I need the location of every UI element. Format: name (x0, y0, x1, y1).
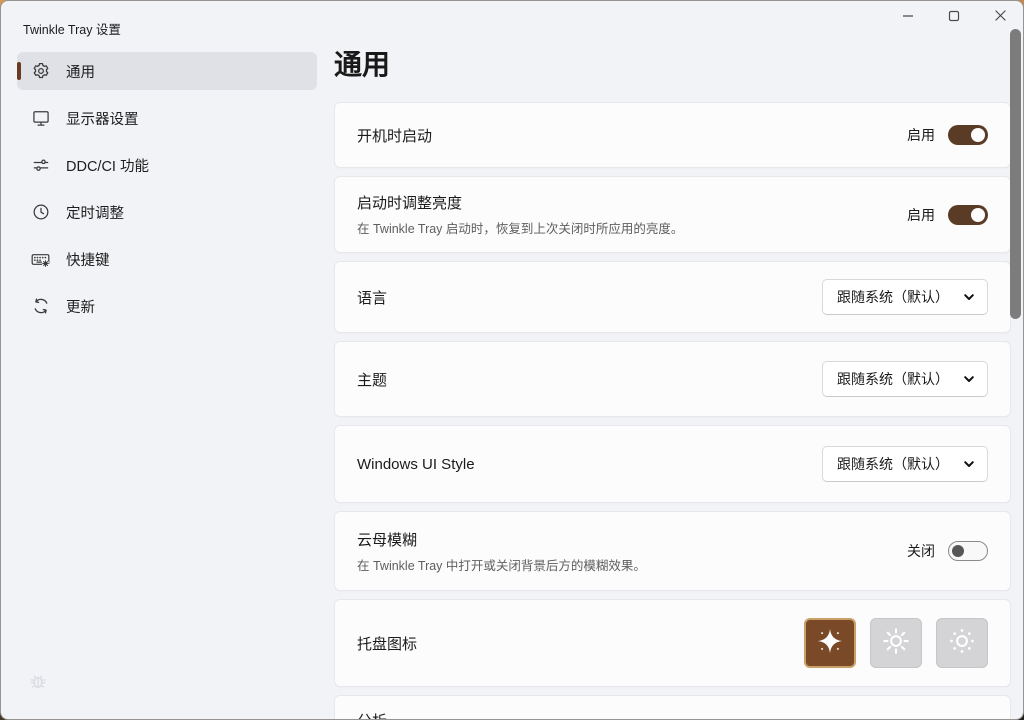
tray-icon-row: 托盘图标 (334, 599, 1011, 687)
sidebar-item-ddcci[interactable]: DDC/CI 功能 (17, 146, 317, 184)
setting-label: 主题 (357, 369, 822, 390)
launch-at-startup-row: 开机时启动 启用 (334, 102, 1011, 168)
clock-icon (30, 202, 51, 223)
toggle-state-label: 启用 (907, 125, 935, 145)
minimize-button[interactable] (885, 1, 931, 35)
debug-bug-icon[interactable] (27, 670, 49, 697)
selected-indicator (17, 62, 21, 80)
select-value: 跟随系统（默认） (837, 287, 949, 307)
toggle-state-label: 关闭 (907, 541, 935, 561)
window-controls (885, 1, 1023, 35)
mica-blur-row: 云母模糊 在 Twinkle Tray 中打开或关闭背景后方的模糊效果。 关闭 (334, 511, 1011, 591)
window-title: Twinkle Tray 设置 (23, 19, 121, 38)
sidebar-item-label: DDC/CI 功能 (66, 155, 149, 176)
toggle-state-label: 启用 (907, 205, 935, 225)
setting-label: 语言 (357, 287, 822, 308)
sidebar-item-label: 显示器设置 (66, 108, 139, 129)
setting-label: 开机时启动 (357, 125, 907, 146)
monitor-icon (30, 108, 51, 129)
sun-dots-icon (947, 626, 977, 661)
mica-blur-toggle[interactable] (948, 541, 988, 561)
language-row: 语言 跟随系统（默认） (334, 261, 1011, 333)
sidebar-item-time-adjustments[interactable]: 定时调整 (17, 193, 317, 231)
windows-ui-style-select[interactable]: 跟随系统（默认） (822, 446, 988, 482)
setting-label: 启动时调整亮度 (357, 192, 907, 213)
sidebar-item-hotkeys[interactable]: 快捷键 (17, 240, 317, 278)
maximize-icon (948, 9, 960, 27)
main-content: 通用 开机时启动 启用 启动时调整亮度 在 Twinkle Tray 启动时，恢… (334, 41, 1011, 720)
setting-label: 云母模糊 (357, 529, 907, 550)
toggle-knob (952, 545, 964, 557)
select-value: 跟随系统（默认） (837, 369, 949, 389)
theme-select[interactable]: 跟随系统（默认） (822, 361, 988, 397)
tray-icon-option-star[interactable] (804, 618, 856, 668)
sidebar-item-general[interactable]: 通用 (17, 52, 317, 90)
chevron-down-icon (963, 373, 975, 385)
sidebar-item-updates[interactable]: 更新 (17, 287, 317, 325)
startup-brightness-row: 启动时调整亮度 在 Twinkle Tray 启动时，恢复到上次关闭时所应用的亮… (334, 176, 1011, 253)
tray-icon-picker (804, 618, 988, 668)
refresh-icon (30, 296, 51, 317)
setting-label: 分析 (357, 710, 988, 720)
language-select[interactable]: 跟随系统（默认） (822, 279, 988, 315)
setting-description: 在 Twinkle Tray 中打开或关闭背景后方的模糊效果。 (357, 555, 907, 574)
settings-window: Twinkle Tray 设置 (0, 0, 1024, 720)
analytics-row: 分析 (334, 695, 1011, 720)
tray-icon-option-sun-rays[interactable] (870, 618, 922, 668)
windows-ui-style-row: Windows UI Style 跟随系统（默认） (334, 425, 1011, 503)
gear-icon (30, 61, 51, 82)
sidebar-item-monitor-settings[interactable]: 显示器设置 (17, 99, 317, 137)
chevron-down-icon (963, 291, 975, 303)
launch-at-startup-toggle[interactable] (948, 125, 988, 145)
setting-label: 托盘图标 (357, 633, 804, 654)
toggle-knob (971, 208, 985, 222)
page-title: 通用 (334, 47, 1011, 83)
setting-label: Windows UI Style (357, 456, 822, 473)
sliders-icon (30, 155, 51, 176)
minimize-icon (902, 9, 914, 27)
sidebar-item-label: 快捷键 (66, 249, 110, 270)
sidebar-item-label: 通用 (66, 61, 95, 82)
toggle-knob (971, 128, 985, 142)
startup-brightness-toggle[interactable] (948, 205, 988, 225)
sun-rays-icon (881, 626, 911, 661)
twinkle-star-icon (816, 627, 844, 660)
setting-description: 在 Twinkle Tray 启动时，恢复到上次关闭时所应用的亮度。 (357, 218, 907, 237)
sidebar-item-label: 定时调整 (66, 202, 124, 223)
sidebar-item-label: 更新 (66, 296, 95, 317)
titlebar: Twinkle Tray 设置 (1, 1, 1023, 37)
chevron-down-icon (963, 458, 975, 470)
maximize-button[interactable] (931, 1, 977, 35)
theme-row: 主题 跟随系统（默认） (334, 341, 1011, 417)
keyboard-gear-icon (30, 249, 51, 270)
vertical-scrollbar[interactable] (1010, 29, 1021, 319)
select-value: 跟随系统（默认） (837, 454, 949, 474)
close-icon (994, 9, 1007, 27)
sidebar: 通用 显示器设置 DDC/CI 功能 (17, 52, 317, 334)
tray-icon-option-sun-dots[interactable] (936, 618, 988, 668)
